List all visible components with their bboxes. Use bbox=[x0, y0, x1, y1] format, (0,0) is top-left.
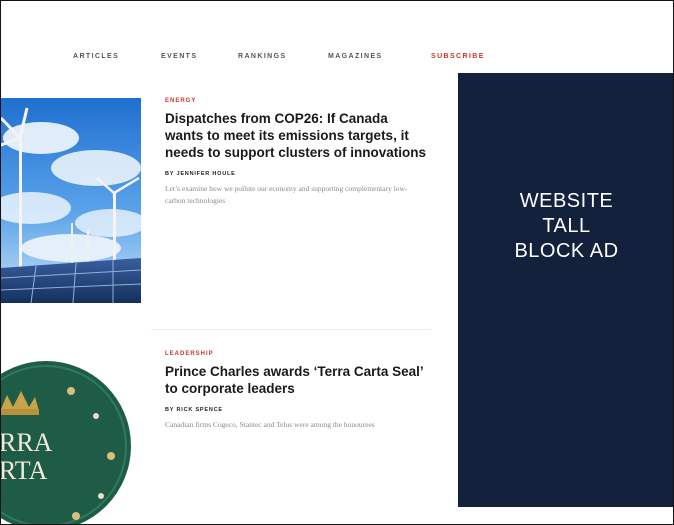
tall-block-ad[interactable]: WEBSITE TALL BLOCK AD bbox=[458, 73, 673, 507]
nav-item-rankings[interactable]: RANKINGS bbox=[238, 53, 287, 60]
nav-item-events[interactable]: EVENTS bbox=[161, 53, 197, 60]
article-headline[interactable]: Dispatches from COP26: If Canada wants t… bbox=[165, 110, 427, 161]
nav-item-articles[interactable]: ARTICLES bbox=[73, 53, 119, 60]
wind-turbines-image bbox=[1, 98, 147, 304]
seal-text-line-1: RRA bbox=[1, 428, 53, 457]
article-divider bbox=[151, 329, 431, 330]
article-thumbnail[interactable] bbox=[1, 98, 147, 308]
article-headline[interactable]: Prince Charles awards ‘Terra Carta Seal’… bbox=[165, 363, 427, 397]
seal-text-line-2: RTA bbox=[1, 456, 48, 485]
article-text: LEADERSHIP Prince Charles awards ‘Terra … bbox=[165, 351, 427, 431]
nav-item-subscribe[interactable]: SUBSCRIBE bbox=[431, 53, 485, 60]
article-text: ENERGY Dispatches from COP26: If Canada … bbox=[165, 98, 427, 207]
article-card: ENERGY Dispatches from COP26: If Canada … bbox=[1, 98, 431, 304]
article-thumbnail[interactable]: RRA RTA bbox=[1, 351, 141, 524]
article-dek: Let’s examine how we pollute our economy… bbox=[165, 184, 408, 205]
article-byline: BY RICK SPENCE bbox=[165, 407, 223, 413]
article-card: RRA RTA LEADERSHIP Prince Charles awards… bbox=[1, 351, 431, 524]
terra-carta-seal-image: RRA RTA bbox=[1, 351, 141, 524]
nav-item-magazines[interactable]: MAGAZINES bbox=[328, 53, 383, 60]
article-category[interactable]: LEADERSHIP bbox=[165, 351, 427, 357]
ad-label: WEBSITE TALL BLOCK AD bbox=[514, 190, 619, 262]
top-nav: ARTICLES EVENTS RANKINGS MAGAZINES SUBSC… bbox=[1, 53, 673, 69]
article-category[interactable]: ENERGY bbox=[165, 98, 427, 104]
page-frame: ARTICLES EVENTS RANKINGS MAGAZINES SUBSC… bbox=[0, 0, 674, 525]
article-dek: Canadian firms Cogeco, Stantec and Telus… bbox=[165, 420, 375, 429]
article-byline: BY JENNIFER HOULE bbox=[165, 171, 236, 177]
